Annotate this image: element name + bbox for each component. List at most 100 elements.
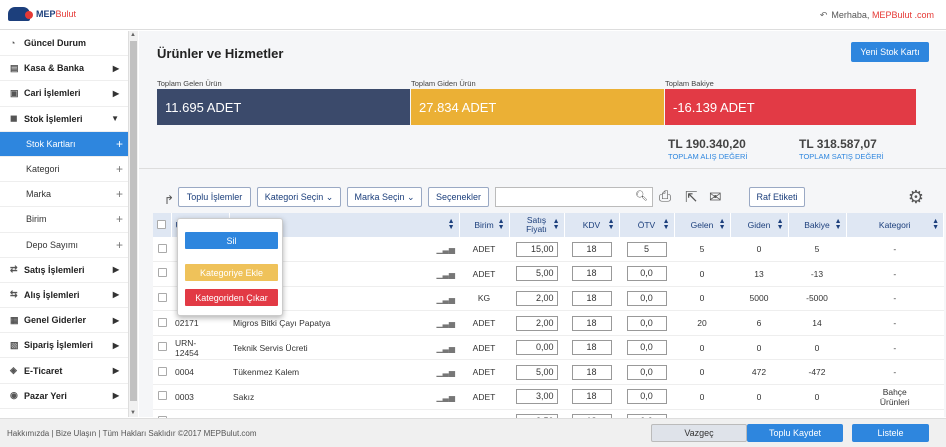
in-header[interactable]: Gelen ▲ ▼ — [674, 213, 731, 237]
vat-input[interactable]: 18 — [571, 266, 612, 282]
out-header[interactable]: Giden ▲ ▼ — [730, 213, 789, 237]
row-checkbox-cell[interactable] — [153, 286, 171, 312]
otv-cell[interactable]: 0,0 — [619, 261, 674, 287]
mail-icon[interactable]: ✉ — [709, 188, 722, 206]
unit-header[interactable]: Birim ▲ ▼ — [459, 213, 510, 237]
print-icon[interactable]: ⎙ — [659, 188, 671, 205]
name-cell[interactable]: Teknik Servis Ücreti ▁▃▅ — [229, 335, 459, 361]
sidebar-subitem-0[interactable]: Stok Kartları + — [0, 131, 137, 157]
price-cell[interactable]: 2,00 — [509, 286, 564, 312]
otv-input[interactable]: 0,0 — [626, 315, 667, 331]
price-cell[interactable]: 2,00 — [509, 310, 564, 336]
row-checkbox-cell[interactable] — [153, 237, 171, 263]
vat-input[interactable]: 18 — [571, 340, 612, 356]
otv-cell[interactable]: 0,0 — [619, 335, 674, 361]
chart-bars-icon[interactable]: ▁▃▅ — [437, 368, 455, 377]
table-row[interactable]: 0003 Sakız ▁▃▅ ADET 3,00 18 0,0 0 0 0 Bahçe Ürünle… — [153, 384, 944, 410]
sort-icon[interactable]: ▲ ▼ — [932, 218, 939, 231]
new-stock-card-button[interactable]: Yeni Stok Kartı — [851, 42, 929, 62]
vat-header[interactable]: KDV ▲ ▼ — [564, 213, 620, 237]
gear-icon[interactable]: ⚙ — [908, 187, 924, 208]
otv-header[interactable]: ÖTV ▲ ▼ — [619, 213, 675, 237]
bulk-actions-button[interactable]: Toplu İşlemler — [178, 187, 251, 207]
price-input[interactable]: 5,00 — [515, 364, 558, 380]
product-name[interactable]: Migros Bitki Çayı Papatya — [233, 318, 330, 328]
options-button[interactable]: Seçenekler — [428, 187, 489, 207]
price-cell[interactable]: 3,00 — [509, 384, 564, 410]
otv-cell[interactable]: 0,0 — [619, 359, 674, 386]
otv-cell[interactable]: 0,0 — [619, 286, 674, 312]
chart-bars-icon[interactable]: ▁▃▅ — [437, 393, 455, 402]
scroll-down-icon[interactable]: ▼ — [130, 410, 136, 416]
vat-input[interactable]: 18 — [571, 290, 612, 306]
sidebar-item-items_after-4[interactable]: ◈ E-Ticaret ▶ — [0, 358, 137, 384]
sidebar-item-items-2[interactable]: ▣ Cari İşlemleri ▶ — [0, 81, 137, 107]
sidebar-item-items_after-5[interactable]: ◉ Pazar Yeri ▶ — [0, 384, 137, 409]
sort-icon[interactable]: ▲ ▼ — [608, 218, 615, 231]
price-cell[interactable]: 15,00 — [509, 237, 564, 263]
list-button[interactable]: Listele — [852, 424, 929, 442]
price-input[interactable]: 15,00 — [515, 241, 558, 257]
sidebar-item-items_after-1[interactable]: ⇆ Alış İşlemleri ▶ — [0, 283, 137, 309]
remove-from-category-button[interactable]: Kategoriden Çıkar — [185, 289, 278, 306]
price-input[interactable]: 2,00 — [515, 315, 558, 331]
chart-bars-icon[interactable]: ▁▃▅ — [437, 245, 455, 254]
sidebar-subitem-3[interactable]: Birim + — [0, 207, 137, 233]
export-icon[interactable]: ⇱ — [685, 188, 698, 206]
vat-cell[interactable]: 18 — [564, 384, 619, 410]
scroll-thumb[interactable] — [130, 41, 137, 401]
product-name[interactable]: Teknik Servis Ücreti — [233, 343, 308, 353]
row-checkbox-cell[interactable] — [153, 384, 171, 410]
vat-cell[interactable]: 18 — [564, 310, 619, 336]
sort-icon[interactable]: ▲ ▼ — [777, 218, 784, 231]
logo[interactable]: MEPBulut — [8, 7, 76, 21]
vat-cell[interactable]: 18 — [564, 335, 619, 361]
sidebar-item-items_after-2[interactable]: ▦ Genel Giderler ▶ — [0, 308, 137, 334]
shelf-label-button[interactable]: Raf Etiketi — [749, 187, 805, 207]
add-to-category-button[interactable]: Kategoriye Ekle — [185, 264, 278, 281]
price-input[interactable]: 0,00 — [515, 340, 558, 356]
sidebar-item-items-0[interactable]: ◔ Güncel Durum — [0, 31, 137, 57]
select-all-header[interactable] — [153, 213, 172, 237]
otv-input[interactable]: 5 — [626, 241, 667, 257]
sort-icon[interactable]: ▲ ▼ — [448, 218, 455, 231]
price-cell[interactable]: 5,00 — [509, 359, 564, 386]
otv-input[interactable]: 0,0 — [626, 340, 667, 356]
sidebar-subitem-1[interactable]: Kategori + — [0, 157, 137, 183]
vat-cell[interactable]: 18 — [564, 237, 619, 263]
otv-input[interactable]: 0,0 — [626, 266, 667, 282]
vat-input[interactable]: 18 — [571, 389, 612, 405]
name-cell[interactable]: Tükenmez Kalem ▁▃▅ — [229, 359, 459, 386]
otv-cell[interactable]: 0,0 — [619, 384, 674, 410]
brand-select[interactable]: Marka Seçin ⌄ — [347, 187, 422, 207]
row-checkbox[interactable] — [157, 317, 167, 327]
search-input[interactable]: 🔍︎ — [495, 187, 653, 207]
row-checkbox-cell[interactable] — [153, 261, 171, 287]
balance-header[interactable]: Bakiye ▲ ▼ — [788, 213, 847, 237]
sort-icon[interactable]: ▲ ▼ — [498, 218, 505, 231]
sidebar-item-items-3[interactable]: ◼ Stok İşlemleri ▼ — [0, 107, 137, 132]
undo-arrow-icon[interactable]: ↱ — [164, 193, 174, 207]
otv-input[interactable]: 0,0 — [626, 290, 667, 306]
sidebar-item-items-1[interactable]: ▤ Kasa & Banka ▶ — [0, 56, 137, 82]
product-name[interactable]: Sakız — [233, 392, 254, 402]
plus-icon[interactable]: + — [116, 187, 123, 201]
select-all-checkbox[interactable] — [157, 219, 167, 229]
table-row[interactable]: URN- 12454 Teknik Servis Ücreti ▁▃▅ ADET 0,0… — [153, 335, 944, 361]
price-input[interactable]: 5,00 — [515, 266, 558, 282]
otv-cell[interactable]: 0,0 — [619, 310, 674, 336]
price-input[interactable]: 2,00 — [515, 290, 558, 306]
bulk-save-button[interactable]: Toplu Kaydet — [747, 424, 843, 442]
price-cell[interactable]: 0,00 — [509, 335, 564, 361]
row-checkbox-cell[interactable] — [153, 310, 171, 336]
name-cell[interactable]: Sakız ▁▃▅ — [229, 384, 459, 410]
scroll-up-icon[interactable]: ▲ — [130, 32, 136, 38]
vat-input[interactable]: 18 — [571, 364, 612, 380]
row-checkbox[interactable] — [157, 243, 167, 253]
search-icon[interactable]: 🔍︎ — [635, 191, 648, 202]
chart-bars-icon[interactable]: ▁▃▅ — [437, 319, 455, 328]
category-select[interactable]: Kategori Seçin ⌄ — [257, 187, 341, 207]
row-checkbox[interactable] — [157, 391, 167, 401]
row-checkbox[interactable] — [157, 342, 167, 352]
cancel-button[interactable]: Vazgeç — [651, 424, 747, 442]
